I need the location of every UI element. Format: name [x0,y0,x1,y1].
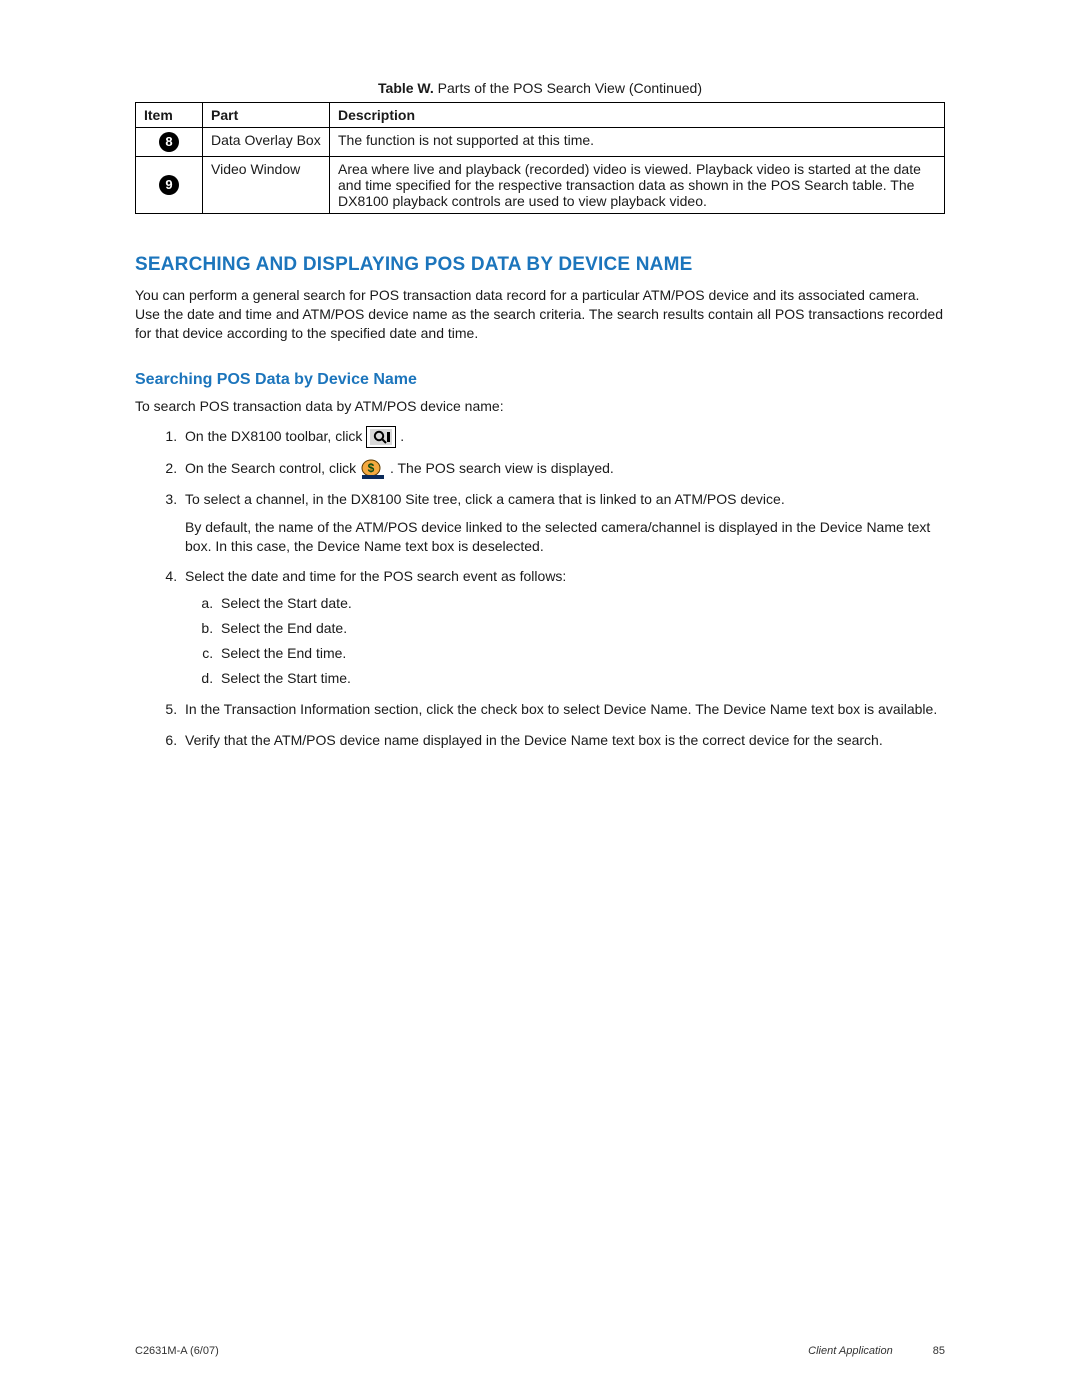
cell-description: The function is not supported at this ti… [330,128,945,157]
footer-doc-id: C2631M-A (6/07) [135,1345,219,1357]
substep-d: Select the Start time. [217,668,945,689]
intro-paragraph: You can perform a general search for POS… [135,286,945,343]
col-header-item: Item [136,103,203,128]
step-3: To select a channel, in the DX8100 Site … [181,489,945,556]
step-3-text-b: By default, the name of the ATM/POS devi… [185,518,945,556]
step-2-text-a: On the Search control, click [185,460,360,476]
heading-searching-pos-data: Searching POS Data by Device Name [135,371,945,389]
step-3-text-a: To select a channel, in the DX8100 Site … [185,491,785,507]
substep-a: Select the Start date. [217,593,945,614]
svg-text:$: $ [368,461,375,475]
cell-item: 9 [136,157,203,214]
pos-search-icon: $ [360,460,390,476]
footer-page-number: 85 [933,1345,945,1357]
substep-c: Select the End time. [217,643,945,664]
step-2: On the Search control, click $ . The POS… [181,458,945,479]
parts-table: Item Part Description 8 Data Overlay Box… [135,102,945,214]
cell-description: Area where live and playback (recorded) … [330,157,945,214]
col-header-part: Part [203,103,330,128]
steps-intro: To search POS transaction data by ATM/PO… [135,397,945,416]
table-caption: Table W. Parts of the POS Search View (C… [135,80,945,96]
item-number-badge: 8 [159,132,179,152]
search-toolbar-icon [366,426,396,448]
table-header-row: Item Part Description [136,103,945,128]
table-row: 8 Data Overlay Box The function is not s… [136,128,945,157]
heading-searching-displaying: SEARCHING AND DISPLAYING POS DATA BY DEV… [135,254,945,276]
step-1-text-b: . [400,428,404,444]
substep-b: Select the End date. [217,618,945,639]
step-4-text: Select the date and time for the POS sea… [185,568,566,584]
cell-item: 8 [136,128,203,157]
document-page: Table W. Parts of the POS Search View (C… [0,0,1080,1397]
col-header-description: Description [330,103,945,128]
cell-part: Video Window [203,157,330,214]
step-1: On the DX8100 toolbar, click . [181,426,945,448]
step-4: Select the date and time for the POS sea… [181,566,945,689]
steps-list: On the DX8100 toolbar, click . On the Se… [135,426,945,751]
step-2-text-b: . The POS search view is displayed. [390,460,614,476]
cell-part: Data Overlay Box [203,128,330,157]
table-caption-prefix: Table W. [378,80,434,96]
step-5: In the Transaction Information section, … [181,699,945,720]
table-caption-text: Parts of the POS Search View (Continued) [438,80,702,96]
step-6: Verify that the ATM/POS device name disp… [181,730,945,751]
step-1-text-a: On the DX8100 toolbar, click [185,428,366,444]
footer-section-name: Client Application [808,1345,893,1357]
page-footer: C2631M-A (6/07) Client Application 85 [135,1345,945,1357]
item-number-badge: 9 [159,175,179,195]
substeps-list: Select the Start date. Select the End da… [185,593,945,689]
table-row: 9 Video Window Area where live and playb… [136,157,945,214]
